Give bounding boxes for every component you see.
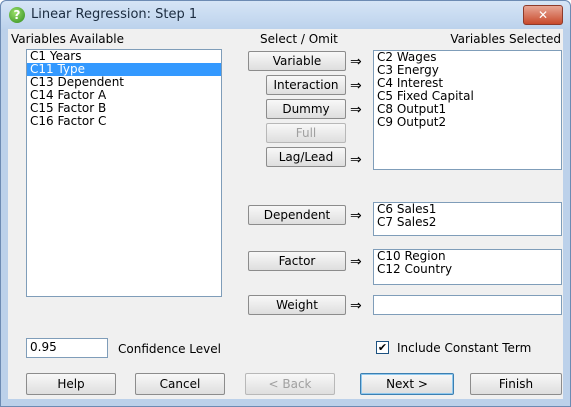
variable-button-label: Variable: [272, 54, 322, 68]
confidence-level-label: Confidence Level: [118, 342, 221, 356]
help-question-icon: ?: [9, 7, 25, 23]
arrow-lag-lead-icon: ⇒: [350, 152, 362, 168]
close-button[interactable]: ✕: [523, 5, 563, 25]
factor-list[interactable]: C10 Region C12 Country: [373, 249, 562, 285]
weight-button-label: Weight: [276, 298, 318, 312]
dependent-variable-item[interactable]: C7 Sales2: [374, 216, 561, 229]
factor-button-label: Factor: [278, 254, 316, 268]
dialog-window: ? Linear Regression: Step 1 ✕ Variables …: [0, 0, 571, 407]
variables-available-list[interactable]: C1 Years C11 Type C13 Dependent C14 Factor …: [26, 49, 222, 297]
finish-button[interactable]: Finish: [470, 373, 562, 395]
variables-selected-label: Variables Selected: [450, 32, 561, 46]
arrow-dummy-icon: ⇒: [350, 102, 362, 118]
dependent-list[interactable]: C6 Sales1 C7 Sales2: [373, 202, 562, 236]
help-button[interactable]: Help: [26, 373, 116, 395]
variables-selected-list[interactable]: C2 Wages C3 Energy C4 Interest C5 Fixed Cap…: [373, 50, 562, 170]
variables-available-label: Variables Available: [11, 32, 124, 46]
arrow-factor-icon: ⇒: [350, 254, 362, 270]
factor-variable-item[interactable]: C12 Country: [374, 263, 561, 276]
cancel-button[interactable]: Cancel: [135, 373, 225, 395]
arrow-interaction-icon: ⇒: [350, 78, 362, 94]
full-button-label: Full: [295, 126, 317, 140]
arrow-variable-icon: ⇒: [350, 54, 362, 70]
dialog-client: Variables Available C1 Years C11 Type C13 …: [8, 29, 563, 399]
confidence-level-input[interactable]: 0.95: [26, 338, 108, 358]
dummy-button[interactable]: Dummy: [266, 99, 346, 119]
include-constant-label: Include Constant Term: [397, 341, 532, 355]
next-button[interactable]: Next >: [360, 373, 454, 395]
interaction-button-label: Interaction: [273, 78, 339, 92]
title-bar: ? Linear Regression: Step 1 ✕: [1, 1, 570, 29]
arrow-dependent-icon: ⇒: [350, 208, 362, 224]
lag-lead-button[interactable]: Lag/Lead: [266, 147, 346, 167]
arrow-weight-icon: ⇒: [350, 298, 362, 314]
dependent-button-label: Dependent: [263, 208, 331, 222]
full-button[interactable]: Full: [266, 123, 346, 143]
lag-lead-button-label: Lag/Lead: [278, 150, 334, 164]
selected-variable-item[interactable]: C9 Output2: [374, 116, 561, 129]
help-button-label: Help: [57, 377, 85, 391]
dependent-button[interactable]: Dependent: [248, 205, 346, 225]
variable-button[interactable]: Variable: [248, 51, 346, 71]
back-button-label: < Back: [268, 377, 312, 391]
include-constant-checkbox[interactable]: ✔: [376, 341, 389, 354]
finish-button-label: Finish: [498, 377, 534, 391]
weight-list[interactable]: [373, 295, 562, 315]
available-variable-item[interactable]: C16 Factor C: [27, 115, 221, 128]
factor-button[interactable]: Factor: [248, 251, 346, 271]
back-button[interactable]: < Back: [245, 373, 335, 395]
next-button-label: Next >: [386, 377, 428, 391]
select-omit-label: Select / Omit: [260, 32, 338, 46]
window-title: Linear Regression: Step 1: [31, 7, 198, 22]
interaction-button[interactable]: Interaction: [266, 75, 346, 95]
dummy-button-label: Dummy: [282, 102, 330, 116]
weight-button[interactable]: Weight: [248, 295, 346, 315]
cancel-button-label: Cancel: [159, 377, 201, 391]
